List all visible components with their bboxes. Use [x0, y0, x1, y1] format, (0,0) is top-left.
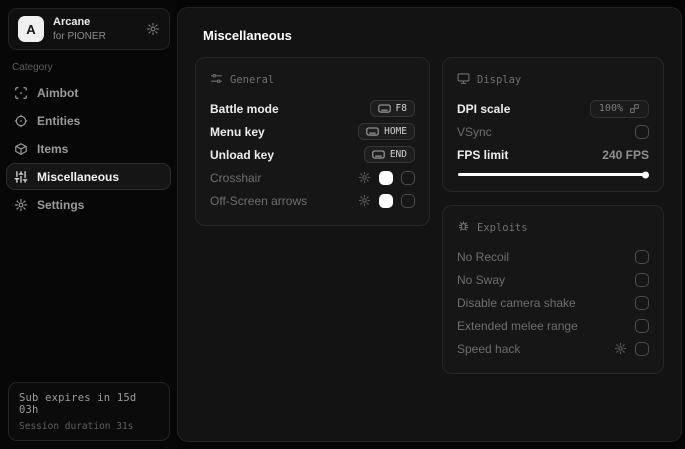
- dpi-scale-select[interactable]: 100%: [589, 99, 649, 118]
- general-card: General Battle mode F8 Menu key HOME Unl…: [195, 57, 430, 226]
- setting-row-no-sway: No Sway: [457, 268, 649, 291]
- gear-icon[interactable]: [358, 171, 371, 184]
- scale-icon: [630, 104, 639, 113]
- sidebar-item-settings[interactable]: Settings: [6, 191, 171, 218]
- page-title: Miscellaneous: [203, 28, 292, 43]
- sub-expiry-text: Sub expires in 15d 03h: [19, 392, 137, 416]
- no-sway-checkbox[interactable]: [635, 272, 649, 287]
- sidebar: A Arcane for PIONER Category Aimbot Enti…: [0, 0, 177, 449]
- exploits-card-header: Exploits: [457, 220, 649, 236]
- setting-row-unload-key: Unload key END: [210, 143, 415, 166]
- sliders-icon: [14, 170, 28, 184]
- extended-melee-range-checkbox[interactable]: [635, 318, 649, 333]
- bug-icon: [457, 220, 470, 236]
- display-card: Display DPI scale 100% VSync FPS limit 2…: [442, 57, 664, 192]
- package-icon: [14, 142, 28, 156]
- keyboard-icon: [377, 104, 391, 113]
- monitor-icon: [457, 72, 470, 88]
- offscreen-arrows-checkbox[interactable]: [401, 193, 415, 208]
- fps-limit-value: 240 FPS: [602, 147, 649, 162]
- color-swatch[interactable]: [379, 193, 393, 208]
- setting-row-battle-mode: Battle mode F8: [210, 97, 415, 120]
- setting-label: No Recoil: [457, 249, 510, 264]
- setting-label: Off-Screen arrows: [210, 193, 308, 208]
- fps-slider-fill: [458, 171, 649, 178]
- gear-icon[interactable]: [146, 22, 160, 36]
- keyboard-icon: [366, 127, 379, 136]
- setting-row-disable-camera-shake: Disable camera shake: [457, 291, 649, 314]
- main-panel: Miscellaneous General Battle mode F8 Men…: [177, 7, 682, 442]
- setting-row-extended-melee-range: Extended melee range: [457, 314, 649, 337]
- speed-hack-checkbox[interactable]: [635, 341, 649, 356]
- setting-label: No Sway: [457, 272, 506, 287]
- setting-label: FPS limit: [457, 147, 509, 162]
- setting-row-vsync: VSync: [457, 120, 649, 143]
- sidebar-item-miscellaneous[interactable]: Miscellaneous: [6, 163, 171, 190]
- disable-camera-shake-checkbox[interactable]: [635, 295, 649, 310]
- sidebar-item-label: Entities: [37, 113, 81, 128]
- setting-row-fps-limit: FPS limit 240 FPS: [457, 143, 649, 166]
- keybind-unload-key[interactable]: END: [363, 146, 415, 163]
- crosshair-scan-icon: [14, 86, 28, 100]
- keybind-menu-key[interactable]: HOME: [358, 123, 415, 140]
- setting-row-crosshair: Crosshair: [210, 166, 415, 189]
- sidebar-item-label: Miscellaneous: [37, 169, 120, 184]
- setting-label: Battle mode: [210, 101, 279, 116]
- setting-label: VSync: [457, 124, 492, 139]
- sidebar-item-aimbot[interactable]: Aimbot: [6, 79, 171, 106]
- no-recoil-checkbox[interactable]: [635, 249, 649, 264]
- crosshair-checkbox[interactable]: [401, 170, 415, 185]
- gear-icon[interactable]: [614, 342, 627, 355]
- setting-label: Crosshair: [210, 170, 262, 185]
- fps-limit-slider[interactable]: [458, 171, 649, 178]
- color-swatch[interactable]: [379, 170, 393, 185]
- setting-row-offscreen-arrows: Off-Screen arrows: [210, 189, 415, 212]
- keyboard-icon: [372, 150, 385, 159]
- setting-row-speed-hack: Speed hack: [457, 337, 649, 360]
- vsync-checkbox[interactable]: [635, 124, 649, 139]
- setting-row-menu-key: Menu key HOME: [210, 120, 415, 143]
- app-name: Arcane: [53, 16, 91, 29]
- list-settings-icon: [210, 72, 223, 88]
- exploits-card: Exploits No Recoil No Sway Disable camer…: [442, 205, 664, 374]
- sidebar-item-label: Items: [37, 141, 69, 156]
- display-card-header: Display: [457, 72, 649, 88]
- setting-label: Disable camera shake: [457, 295, 576, 310]
- setting-label: Menu key: [210, 124, 265, 139]
- session-duration-text: Session duration 31s: [19, 421, 134, 432]
- sidebar-item-items[interactable]: Items: [6, 135, 171, 162]
- gear-icon[interactable]: [358, 194, 371, 207]
- setting-row-no-recoil: No Recoil: [457, 245, 649, 268]
- keybind-battle-mode[interactable]: F8: [369, 100, 415, 117]
- gear-icon: [14, 198, 28, 212]
- sidebar-item-label: Settings: [37, 197, 85, 212]
- sidebar-item-entities[interactable]: Entities: [6, 107, 171, 134]
- app-subtitle: for PIONER: [53, 30, 106, 42]
- general-card-header: General: [210, 72, 415, 88]
- setting-row-dpi-scale: DPI scale 100%: [457, 97, 649, 120]
- category-label: Category: [12, 62, 53, 73]
- subscription-info: Sub expires in 15d 03h Session duration …: [8, 382, 170, 441]
- radar-icon: [14, 114, 28, 128]
- setting-label: Speed hack: [457, 341, 521, 356]
- setting-label: Unload key: [210, 147, 275, 162]
- app-header: A Arcane for PIONER: [8, 8, 170, 50]
- setting-label: Extended melee range: [457, 318, 578, 333]
- app-logo: A: [18, 16, 44, 42]
- sidebar-item-label: Aimbot: [37, 85, 79, 100]
- setting-label: DPI scale: [457, 101, 511, 116]
- fps-slider-knob[interactable]: [642, 171, 649, 178]
